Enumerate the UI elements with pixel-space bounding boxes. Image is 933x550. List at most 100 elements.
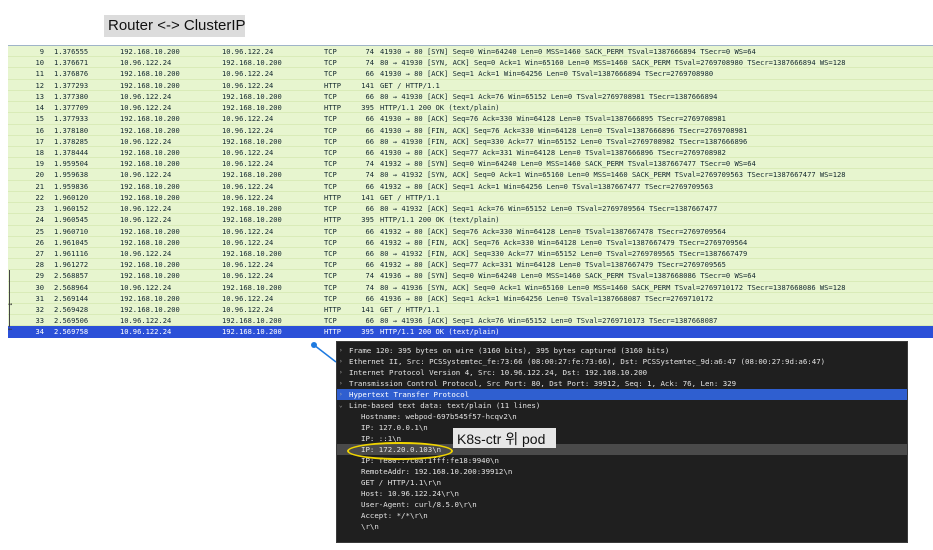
packet-row[interactable]: 26 1.961045 192.168.10.200 10.96.122.24 TCP 6… bbox=[8, 236, 933, 248]
detail-line[interactable]: User-Agent: curl/8.5.0\r\n bbox=[337, 499, 907, 510]
expand-arrow-icon[interactable]: › bbox=[339, 367, 343, 378]
packet-time: 1.960545 bbox=[54, 215, 89, 225]
packet-len: 66 bbox=[365, 237, 374, 247]
packet-row[interactable]: 33 2.569506 10.96.122.24 192.168.10.200 TCP 6… bbox=[8, 315, 933, 327]
packet-proto: TCP bbox=[324, 181, 337, 191]
packet-dst: 10.96.122.24 bbox=[222, 237, 274, 247]
packet-no: 13 bbox=[35, 91, 44, 101]
packet-time: 1.960710 bbox=[54, 226, 89, 236]
packet-src: 192.168.10.200 bbox=[120, 260, 180, 270]
detail-line[interactable]: Host: 10.96.122.24\r\n bbox=[337, 488, 907, 499]
expand-arrow-icon[interactable]: ⌄ bbox=[339, 400, 343, 411]
packet-row[interactable]: 10 1.376671 10.96.122.24 192.168.10.200 TCP 7… bbox=[8, 57, 933, 69]
detail-line[interactable]: Hostname: webpod-697b545f57-hcqv2\n bbox=[337, 411, 907, 422]
packet-proto: HTTP bbox=[324, 192, 342, 202]
connector-start-dot bbox=[311, 342, 317, 348]
packet-dst: 192.168.10.200 bbox=[222, 136, 282, 146]
packet-len: 74 bbox=[365, 159, 374, 169]
packet-len: 66 bbox=[365, 181, 374, 191]
packet-proto: TCP bbox=[324, 316, 337, 326]
detail-line[interactable]: ⌄ Line-based text data: text/plain (11 li… bbox=[337, 400, 907, 411]
packet-time: 2.568857 bbox=[54, 271, 89, 281]
packet-len: 66 bbox=[365, 69, 374, 79]
packet-dst: 10.96.122.24 bbox=[222, 293, 274, 303]
packet-info: 41930 → 80 [SYN] Seq=0 Win=64240 Len=0 M… bbox=[380, 47, 756, 56]
detail-line[interactable]: › Internet Protocol Version 4, Src: 10.96… bbox=[337, 367, 907, 378]
packet-dst: 192.168.10.200 bbox=[222, 316, 282, 326]
packet-src: 192.168.10.200 bbox=[120, 125, 180, 135]
packet-row[interactable]: 18 1.378444 192.168.10.200 10.96.122.24 TCP 6… bbox=[8, 146, 933, 159]
packet-len: 74 bbox=[365, 271, 374, 281]
packet-row[interactable]: 13 1.377380 10.96.122.24 192.168.10.200 TCP 6… bbox=[8, 90, 933, 103]
packet-row[interactable]: 15 1.377933 192.168.10.200 10.96.122.24 TCP 6… bbox=[8, 113, 933, 125]
packet-row[interactable]: 14 1.377709 10.96.122.24 192.168.10.200 HTTP… bbox=[8, 102, 933, 114]
detail-line[interactable]: Accept: */*\r\n bbox=[337, 510, 907, 521]
packet-src: 192.168.10.200 bbox=[120, 237, 180, 247]
packet-row[interactable]: 17 1.378285 10.96.122.24 192.168.10.200 TCP 6… bbox=[8, 135, 933, 147]
packet-info: 41930 → 80 [ACK] Seq=1 Ack=1 Win=64256 L… bbox=[380, 69, 714, 79]
packet-row[interactable]: 31 2.569144 192.168.10.200 10.96.122.24 TCP 6… bbox=[8, 292, 933, 305]
packet-proto: HTTP bbox=[324, 103, 342, 113]
packet-row[interactable]: 12 1.377293 192.168.10.200 10.96.122.24 HTTP… bbox=[8, 79, 933, 91]
detail-line[interactable]: › Ethernet II, Src: PCSSystemtec_fe:73:66… bbox=[337, 356, 907, 367]
packet-len: 66 bbox=[365, 125, 374, 135]
packet-row[interactable]: 24 1.960545 10.96.122.24 192.168.10.200 HTTP… bbox=[8, 214, 933, 226]
packet-no: 33 bbox=[35, 316, 44, 326]
detail-line[interactable]: › Hypertext Transfer Protocol bbox=[337, 389, 907, 400]
packet-row[interactable]: 19 1.959504 192.168.10.200 10.96.122.24 TCP 7… bbox=[8, 158, 933, 170]
packet-no: 23 bbox=[35, 204, 44, 214]
packet-no: 31 bbox=[35, 293, 44, 303]
packet-row[interactable]: 23 1.960152 10.96.122.24 192.168.10.200 TCP 6… bbox=[8, 203, 933, 215]
detail-text: Frame 120: 395 bytes on wire (3160 bits)… bbox=[349, 346, 670, 355]
packet-proto: HTTP bbox=[324, 215, 342, 225]
detail-line[interactable]: GET / HTTP/1.1\r\n bbox=[337, 477, 907, 488]
packet-time: 1.961116 bbox=[54, 248, 89, 258]
packet-proto: TCP bbox=[324, 282, 337, 292]
connector-segment bbox=[313, 344, 337, 363]
packet-row[interactable]: 21 1.959836 192.168.10.200 10.96.122.24 TCP 6… bbox=[8, 180, 933, 192]
packet-proto: TCP bbox=[324, 248, 337, 258]
packet-time: 1.960120 bbox=[54, 192, 89, 202]
packet-dst: 10.96.122.24 bbox=[222, 69, 274, 79]
packet-info: HTTP/1.1 200 OK (text/plain) bbox=[380, 215, 500, 225]
detail-line[interactable]: › Frame 120: 395 bytes on wire (3160 bits… bbox=[337, 345, 907, 356]
expand-arrow-icon[interactable]: › bbox=[339, 345, 343, 356]
packet-row[interactable]: 28 1.961272 192.168.10.200 10.96.122.24 TCP 6… bbox=[8, 259, 933, 271]
packet-proto: TCP bbox=[324, 170, 337, 180]
packet-row[interactable]: 16 1.378180 192.168.10.200 10.96.122.24 TCP 6… bbox=[8, 124, 933, 136]
packet-info: 41932 → 80 [ACK] Seq=1 Ack=1 Win=64256 L… bbox=[380, 181, 714, 191]
packet-time: 1.959836 bbox=[54, 181, 89, 191]
packet-row[interactable]: 11 1.376876 192.168.10.200 10.96.122.24 TCP 6… bbox=[8, 68, 933, 80]
packet-row[interactable]: 25 1.960710 192.168.10.200 10.96.122.24 TCP 6… bbox=[8, 225, 933, 237]
packet-row[interactable]: 27 1.961116 10.96.122.24 192.168.10.200 TCP 6… bbox=[8, 247, 933, 260]
packet-info: GET / HTTP/1.1 bbox=[380, 305, 440, 315]
packet-info: 41932 → 80 [SYN] Seq=0 Win=64240 Len=0 M… bbox=[380, 159, 756, 169]
packet-dst: 10.96.122.24 bbox=[222, 125, 274, 135]
packet-row[interactable]: 22 1.960120 192.168.10.200 10.96.122.24 HTTP… bbox=[8, 191, 933, 204]
packet-src: 192.168.10.200 bbox=[120, 293, 180, 303]
detail-line[interactable]: \r\n bbox=[337, 521, 907, 532]
expand-arrow-icon[interactable]: › bbox=[339, 356, 343, 367]
packet-row[interactable]: 34 2.569758 10.96.122.24 192.168.10.200 HTTP… bbox=[8, 326, 933, 338]
packet-len: 66 bbox=[365, 316, 374, 326]
packet-src: 192.168.10.200 bbox=[120, 226, 180, 236]
packet-no: 24 bbox=[35, 215, 44, 225]
detail-line[interactable]: IP: 127.0.0.1\n bbox=[337, 422, 907, 433]
packet-row[interactable]: 30 2.568964 10.96.122.24 192.168.10.200 TCP 7… bbox=[8, 281, 933, 293]
packet-len: 74 bbox=[365, 47, 374, 56]
expand-arrow-icon[interactable]: › bbox=[339, 378, 343, 389]
expand-arrow-icon[interactable]: › bbox=[339, 389, 343, 400]
packet-no: 14 bbox=[35, 103, 44, 113]
packet-row[interactable]: 9 1.376555 192.168.10.200 10.96.122.24 TCP 74… bbox=[8, 46, 933, 58]
packet-row[interactable]: 20 1.959638 10.96.122.24 192.168.10.200 TCP 7… bbox=[8, 169, 933, 181]
detail-text: Internet Protocol Version 4, Src: 10.96.… bbox=[349, 368, 648, 377]
packet-info: GET / HTTP/1.1 bbox=[380, 80, 440, 90]
packet-info: 41936 → 80 [SYN] Seq=0 Win=64240 Len=0 M… bbox=[380, 271, 756, 281]
packet-row[interactable]: 29 2.568857 192.168.10.200 10.96.122.24 TCP 7… bbox=[8, 270, 933, 282]
packet-row[interactable]: 32 2.569428 192.168.10.200 10.96.122.24 HTTP… bbox=[8, 304, 933, 316]
detail-line[interactable]: RemoteAddr: 192.168.10.200:39912\n bbox=[337, 466, 907, 477]
packet-len: 66 bbox=[365, 260, 374, 270]
packet-src: 10.96.122.24 bbox=[120, 282, 172, 292]
packet-info: 41932 → 80 [FIN, ACK] Seq=76 Ack=330 Win… bbox=[380, 237, 748, 247]
detail-line[interactable]: › Transmission Control Protocol, Src Port… bbox=[337, 378, 907, 389]
